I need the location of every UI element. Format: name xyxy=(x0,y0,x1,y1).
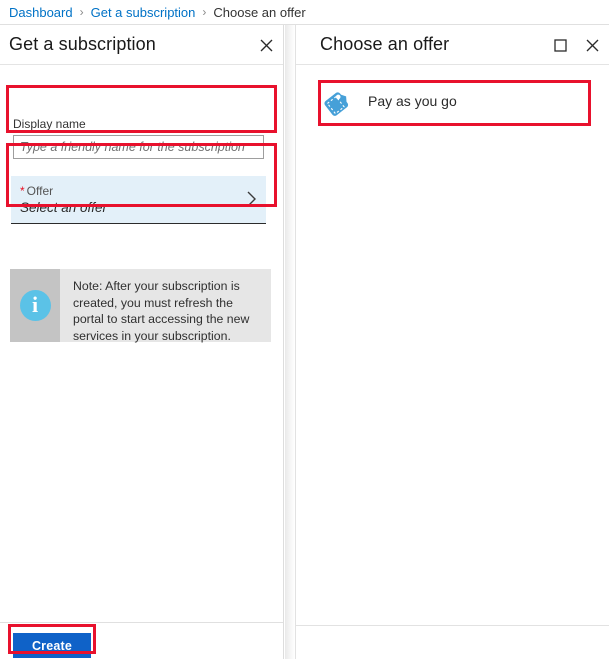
display-name-input[interactable] xyxy=(13,135,264,159)
page-title: Get a subscription xyxy=(9,34,156,54)
azure-portal-screen: Dashboard › Get a subscription › Choose … xyxy=(0,0,609,659)
breadcrumb: Dashboard › Get a subscription › Choose … xyxy=(0,0,609,25)
display-name-field-group: Display name xyxy=(13,117,264,159)
get-a-subscription-blade: Get a subscription Display name *Off xyxy=(0,25,284,659)
price-tag-icon xyxy=(320,84,354,118)
right-blade-title: Choose an offer xyxy=(320,34,450,54)
right-blade-header-actions xyxy=(551,25,601,65)
close-icon[interactable] xyxy=(257,36,275,54)
info-note-text: Note: After your subscription is created… xyxy=(73,279,250,343)
info-note: i Note: After your subscription is creat… xyxy=(10,269,271,343)
offer-selector[interactable]: * Offer Select an offer xyxy=(11,176,266,224)
left-footer-divider xyxy=(0,622,283,623)
breadcrumb-item-get-a-subscription[interactable]: Get a subscription xyxy=(91,5,196,20)
breadcrumb-separator: › xyxy=(79,5,84,19)
left-blade-header: Get a subscription xyxy=(0,25,283,65)
offer-label-text: Offer xyxy=(26,184,54,198)
info-note-icon-band: i xyxy=(10,269,60,342)
offer-label: * Offer xyxy=(20,184,53,198)
list-item[interactable]: Pay as you go xyxy=(318,79,590,123)
create-button[interactable]: Create xyxy=(13,633,91,658)
breadcrumb-item-choose-an-offer: Choose an offer xyxy=(213,4,306,20)
chevron-right-icon xyxy=(246,189,258,209)
breadcrumb-item-dashboard[interactable]: Dashboard xyxy=(9,5,73,20)
maximize-icon[interactable] xyxy=(551,36,569,54)
offer-selected-value: Select an offer xyxy=(20,200,108,215)
right-blade-header: Choose an offer xyxy=(296,25,609,65)
right-footer-divider xyxy=(296,625,609,626)
list-item-label: Pay as you go xyxy=(368,93,457,109)
display-name-label: Display name xyxy=(13,117,86,131)
choose-an-offer-blade: Choose an offer Pay as you go xyxy=(295,25,609,659)
info-icon: i xyxy=(19,290,51,321)
breadcrumb-separator: › xyxy=(202,5,207,19)
left-blade-header-actions xyxy=(257,25,275,65)
required-asterisk: * xyxy=(20,184,25,198)
blade-gutter xyxy=(285,25,295,659)
close-icon[interactable] xyxy=(583,36,601,54)
